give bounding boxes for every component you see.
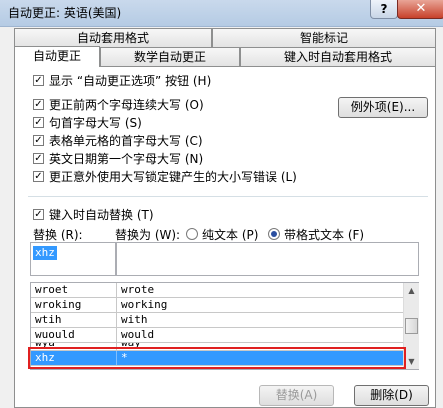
table-cell-replace: wroking xyxy=(31,298,117,312)
tab-autocorrect[interactable]: 自动更正 xyxy=(14,46,100,67)
replace-input-value: xhz xyxy=(33,246,57,260)
table-row[interactable]: wroking working xyxy=(31,298,404,313)
table-cell-with: would xyxy=(121,328,155,341)
radio-plain-text[interactable] xyxy=(186,228,198,240)
checkbox-show-options[interactable]: ✓ xyxy=(33,75,44,86)
replace-input[interactable]: xhz xyxy=(30,242,116,276)
checkbox-capitalize-sentence[interactable]: ✓ xyxy=(33,117,44,128)
scroll-up-icon[interactable]: ▲ xyxy=(404,283,419,298)
replace-button[interactable]: 替换(A) xyxy=(259,385,334,406)
label-plain-text: 纯文本 (P) xyxy=(202,228,259,242)
selection-highlight xyxy=(28,347,406,369)
checkbox-table-cell-caps[interactable]: ✓ xyxy=(33,135,44,146)
group-separator xyxy=(28,196,428,197)
label-date-caps: 英文日期第一个字母大写 (N) xyxy=(49,152,204,166)
tab-math-autocorrect[interactable]: 数学自动更正 xyxy=(100,47,240,66)
checkbox-two-initial-caps[interactable]: ✓ xyxy=(33,99,44,110)
table-cell-with: wrote xyxy=(121,283,155,296)
label-capitalize-sentence: 句首字母大写 (S) xyxy=(49,116,142,130)
table-row[interactable]: wuould would xyxy=(31,328,404,343)
table-row[interactable]: wroet wrote xyxy=(31,283,404,298)
radio-formatted-text[interactable] xyxy=(268,228,280,240)
label-replace-as-type: 键入时自动替换 (T) xyxy=(49,208,154,222)
checkbox-caps-lock[interactable]: ✓ xyxy=(33,171,44,182)
table-cell-with: with xyxy=(121,313,148,326)
scroll-thumb[interactable] xyxy=(405,318,418,334)
scroll-down-icon[interactable]: ▼ xyxy=(404,354,419,369)
checkbox-replace-as-type[interactable]: ✓ xyxy=(33,209,44,220)
label-table-cell-caps: 表格单元格的首字母大写 (C) xyxy=(49,134,203,148)
tab-smart-tags[interactable]: 智能标记 xyxy=(212,28,436,47)
table-cell-with: working xyxy=(121,298,168,311)
tab-autoformat[interactable]: 自动套用格式 xyxy=(14,28,212,47)
label-replace: 替换 (R): xyxy=(33,228,83,242)
replace-with-input[interactable] xyxy=(116,242,419,276)
label-replace-with: 替换为 (W): xyxy=(115,228,181,242)
delete-button[interactable]: 删除(D) xyxy=(354,385,429,406)
tab-autoformat-as-you-type[interactable]: 键入时自动套用格式 xyxy=(240,47,436,66)
checkbox-date-caps[interactable]: ✓ xyxy=(33,153,44,164)
table-row[interactable]: wtih with xyxy=(31,313,404,328)
help-button[interactable]: ? xyxy=(370,0,398,19)
table-cell-replace: wuould xyxy=(31,328,117,342)
window-title: 自动更正: 英语(美国) xyxy=(8,6,122,20)
label-formatted-text: 带格式文本 (F) xyxy=(284,228,365,242)
table-cell-replace: wroet xyxy=(31,283,117,297)
close-button[interactable]: ✕ xyxy=(397,0,443,19)
label-caps-lock: 更正意外使用大写锁定键产生的大小写错误 (L) xyxy=(49,170,297,184)
label-two-initial-caps: 更正前两个字母连续大写 (O) xyxy=(49,98,204,112)
table-cell-replace: wtih xyxy=(31,313,117,327)
exceptions-button[interactable]: 例外项(E)... xyxy=(338,97,428,118)
label-show-options: 显示 “自动更正选项” 按钮 (H) xyxy=(49,74,212,88)
